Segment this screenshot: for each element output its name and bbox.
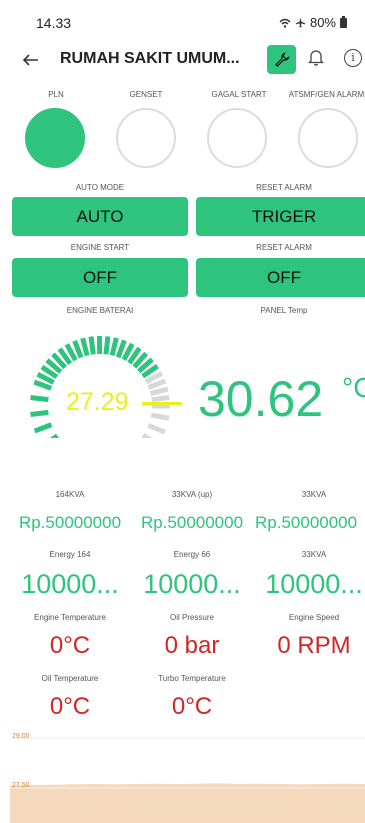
tariff-label-33kva: 33KVA (301, 490, 327, 499)
gauge-segment (30, 394, 49, 403)
oil-pressure-label: Oil Pressure (169, 613, 214, 622)
energy-label-164: Energy 164 (49, 550, 91, 559)
status-bar: 14.33 80% (0, 0, 365, 40)
tariff-value-33kva-up: Rp.50000000 (140, 513, 244, 532)
back-arrow-icon (22, 54, 38, 66)
gauge-segment (72, 339, 84, 359)
panel-temp-unit: °C (342, 372, 365, 403)
reset-alarm-off-button[interactable]: OFF (196, 258, 365, 297)
engine-temperature-label: Engine Temperature (34, 613, 106, 622)
tariff-label-33kva-up: 33KVA (up) (171, 490, 213, 499)
engine-temperature-value: 0°C (49, 632, 91, 659)
turbo-temperature-label: Turbo Temperature (158, 674, 226, 683)
indicator-label-atsmf-gen-alarm: ATSMF/GEN ALARM (288, 90, 365, 99)
oil-temperature-label: Oil Temperature (41, 674, 99, 683)
chart-y-tick-bottom: 27.50 (12, 782, 30, 789)
settings-button[interactable] (267, 45, 296, 74)
indicator-pln (25, 108, 85, 168)
oil-temperature-value: 0°C (49, 693, 91, 720)
notification-button[interactable] (307, 48, 328, 70)
app-bar: RUMAH SAKIT UMUM... i (0, 40, 365, 82)
reset-alarm-label: RESET ALARM (256, 183, 312, 192)
page-title: RUMAH SAKIT UMUM... (60, 50, 240, 67)
engine-speed-value: 0 RPM (277, 632, 351, 659)
gauge-segment (103, 336, 111, 355)
energy-label-66: Energy 66 (173, 550, 211, 559)
turbo-temperature-value: 0°C (171, 693, 213, 720)
oil-pressure-value: 0 bar (164, 632, 220, 659)
gauge-segment (33, 422, 53, 434)
auto-mode-button[interactable]: AUTO (12, 197, 188, 236)
wifi-icon (279, 18, 291, 28)
indicator-gagal-start (207, 108, 267, 168)
gauge-segment (147, 423, 166, 435)
tariff-value-164kva: Rp.50000000 (18, 513, 122, 532)
indicator-atsmf-gen-alarm (298, 108, 358, 168)
tariff-value-33kva: Rp.50000000 (255, 513, 358, 532)
battery-gauge (30, 335, 170, 438)
reset-alarm-label-2: RESET ALARM (256, 243, 312, 252)
energy-value-164: 10000... (21, 569, 119, 599)
indicator-genset (116, 108, 176, 168)
gauge-segment (115, 339, 127, 359)
info-button[interactable]: i (344, 49, 362, 67)
gauge-segment (109, 337, 119, 357)
gauge-segment (49, 433, 59, 438)
gauge-segment (147, 378, 167, 390)
status-time: 14.33 (36, 15, 72, 31)
status-icons: 80% (279, 15, 347, 30)
temperature-chart (10, 737, 365, 823)
chart-area-series (10, 783, 365, 823)
airplane-icon (295, 17, 306, 28)
gauge-segment (30, 409, 49, 418)
bell-icon (307, 50, 325, 66)
engine-start-button[interactable]: OFF (12, 258, 188, 297)
battery-percent: 80% (309, 15, 336, 30)
gauge-segment (151, 395, 170, 403)
energy-value-66: 10000... (143, 569, 241, 599)
wrench-icon (274, 51, 290, 67)
gauge-segment (141, 433, 152, 438)
engine-battery-label: ENGINE BATERAI (66, 306, 134, 315)
reset-alarm-trigger-button[interactable]: TRIGER (196, 197, 365, 236)
gauge-segment (33, 379, 52, 391)
battery-icon (340, 15, 347, 28)
back-button[interactable] (22, 48, 44, 70)
gauge-needle (142, 402, 182, 405)
gauge-segment (150, 412, 170, 421)
tariff-label-164kva: 164KVA (55, 490, 85, 499)
panel-temp-value: 30.62 (198, 371, 324, 427)
indicator-label-genset: GENSET (129, 90, 163, 99)
engine-speed-label: Engine Speed (288, 613, 340, 622)
info-icon: i (351, 51, 355, 64)
panel-temp-label: PANEL Temp (260, 306, 308, 315)
engine-start-label: ENGINE START (70, 243, 130, 252)
indicator-label-gagal-start: GAGAL START (211, 90, 267, 99)
indicator-label-pln: PLN (48, 90, 64, 99)
energy-label-33kva: 33KVA (301, 550, 327, 559)
gauge-segment (88, 336, 96, 355)
chart-y-tick-top: 29.00 (12, 733, 30, 740)
gauge-segment (149, 386, 169, 396)
energy-value-33kva: 10000... (265, 569, 363, 599)
auto-mode-label: AUTO MODE (75, 183, 125, 192)
gauge-segment (80, 337, 90, 357)
battery-gauge-value: 27.29 (66, 388, 129, 416)
